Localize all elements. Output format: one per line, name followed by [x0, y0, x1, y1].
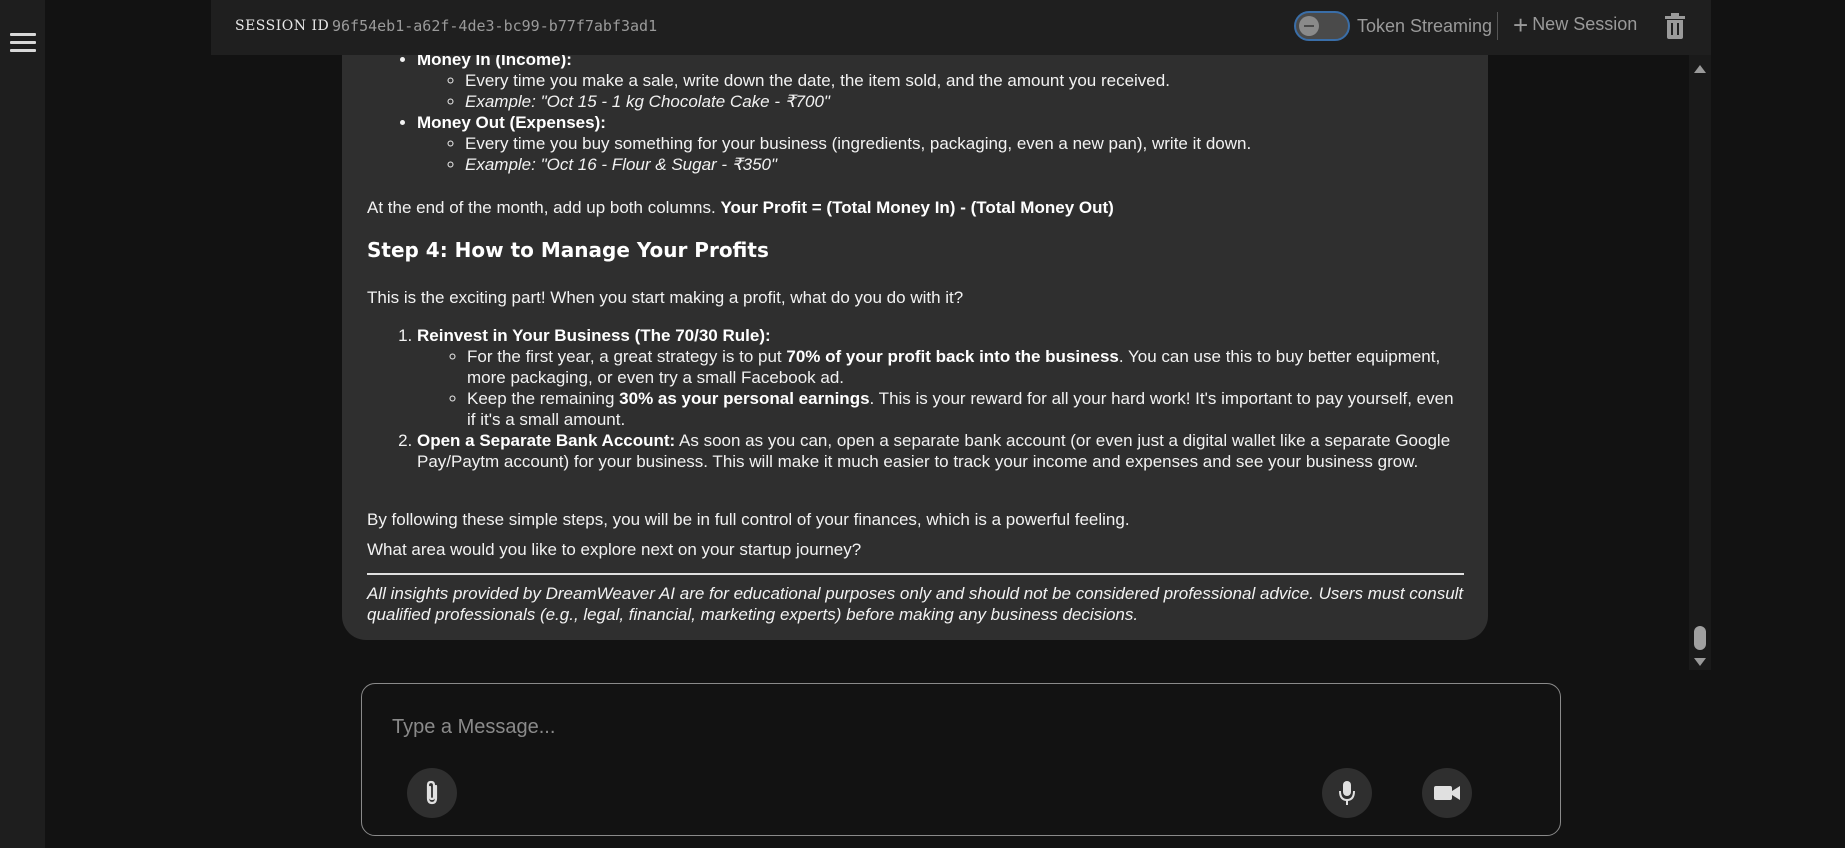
paperclip-icon — [426, 780, 438, 805]
list-item: Open a Separate Bank Account: As soon as… — [417, 430, 1457, 472]
reinvest-2-bold: 30% as your personal earnings — [619, 389, 870, 408]
scroll-up-arrow-icon[interactable] — [1694, 65, 1706, 73]
hamburger-icon[interactable] — [10, 33, 36, 53]
money-out-title: Money Out (Expenses): — [417, 113, 606, 132]
plus-icon: + — [1513, 9, 1529, 40]
attach-button[interactable] — [407, 768, 457, 818]
profit-steps-list: Reinvest in Your Business (The 70/30 Rul… — [417, 325, 1457, 472]
money-in-title: Money In (Income): — [417, 55, 572, 69]
reinvest-title: Reinvest in Your Business (The 70/30 Rul… — [417, 326, 771, 345]
header-divider — [1497, 12, 1498, 40]
video-button[interactable] — [1422, 768, 1472, 818]
reinvest-2-pre: Keep the remaining — [467, 389, 620, 408]
money-in-desc: Every time you make a sale, write down t… — [465, 70, 1457, 91]
session-header: SESSION ID 96f54eb1-a62f-4de3-bc99-b77f7… — [211, 0, 1711, 55]
list-item: Money In (Income): Every time you make a… — [417, 55, 1457, 112]
message-input[interactable] — [392, 712, 1492, 742]
month-end-paragraph: At the end of the month, add up both col… — [367, 197, 1114, 218]
divider — [367, 573, 1464, 575]
video-camera-icon — [1434, 786, 1460, 800]
money-out-desc: Every time you buy something for your bu… — [465, 133, 1457, 154]
vertical-scrollbar[interactable] — [1689, 55, 1711, 670]
scroll-down-arrow-icon[interactable] — [1694, 658, 1706, 666]
profit-formula: Your Profit = (Total Money In) - (Total … — [720, 198, 1114, 217]
disclaimer-text: All insights provided by DreamWeaver AI … — [367, 584, 1464, 624]
assistant-message-bubble: Money In (Income): Every time you make a… — [342, 55, 1488, 640]
closing-paragraph: By following these simple steps, you wil… — [367, 510, 1130, 529]
money-out-example-text: Example: "Oct 16 - Flour & Sugar - ₹350" — [465, 155, 778, 174]
reinvest-point-2: Keep the remaining 30% as your personal … — [467, 388, 1457, 430]
list-item: Money Out (Expenses): Every time you buy… — [417, 112, 1457, 175]
session-id-value: 96f54eb1-a62f-4de3-bc99-b77f7abf3ad1 — [332, 17, 658, 35]
month-end-text: At the end of the month, add up both col… — [367, 198, 721, 217]
session-id-label: SESSION ID — [235, 18, 330, 34]
bank-title: Open a Separate Bank Account: — [417, 431, 676, 450]
list-item: Reinvest in Your Business (The 70/30 Rul… — [417, 325, 1457, 430]
reinvest-1-bold: 70% of your profit back into the busines… — [786, 347, 1119, 366]
new-session-label: New Session — [1532, 14, 1638, 34]
microphone-button[interactable] — [1322, 768, 1372, 818]
followup-question: What area would you like to explore next… — [367, 540, 862, 559]
step4-intro: This is the exciting part! When you star… — [367, 288, 964, 307]
chat-scroll-area[interactable]: Money In (Income): Every time you make a… — [211, 55, 1711, 670]
microphone-icon — [1339, 781, 1355, 805]
reinvest-1-pre: For the first year, a great strategy is … — [467, 347, 787, 366]
message-composer — [361, 683, 1561, 836]
money-in-example-text: Example: "Oct 15 - 1 kg Chocolate Cake -… — [465, 92, 830, 111]
trash-icon[interactable] — [1664, 13, 1686, 39]
toggle-knob — [1299, 16, 1319, 36]
money-out-example: Example: "Oct 16 - Flour & Sugar - ₹350" — [465, 154, 1457, 175]
reinvest-point-1: For the first year, a great strategy is … — [467, 346, 1457, 388]
left-rail — [0, 0, 45, 848]
step4-heading: Step 4: How to Manage Your Profits — [367, 238, 769, 262]
new-session-button[interactable]: + New Session — [1513, 9, 1638, 40]
ledger-list: Money In (Income): Every time you make a… — [417, 55, 1457, 175]
money-in-example: Example: "Oct 15 - 1 kg Chocolate Cake -… — [465, 91, 1457, 112]
scrollbar-thumb[interactable] — [1694, 626, 1706, 650]
token-streaming-label: Token Streaming — [1357, 16, 1493, 36]
token-streaming-toggle[interactable] — [1294, 11, 1350, 41]
